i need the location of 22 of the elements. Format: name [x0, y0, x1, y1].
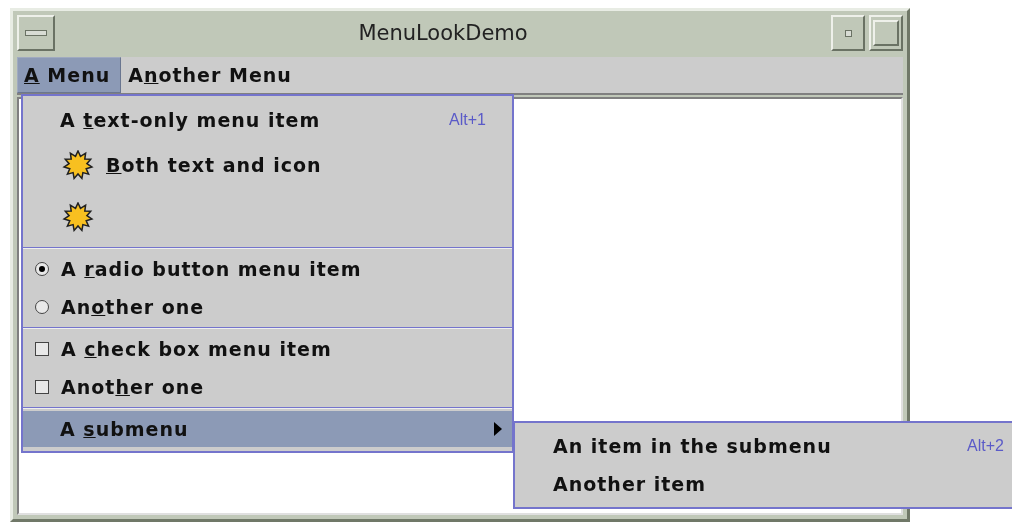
minimize-button[interactable]	[831, 15, 865, 51]
menu-item[interactable]: A radio button menu item	[23, 250, 512, 288]
window-title: MenuLookDemo	[357, 21, 529, 45]
menu-item[interactable]: Another one	[23, 368, 512, 406]
submenu-arrow-icon	[494, 422, 502, 436]
menu-item[interactable]: A check box menu item	[23, 330, 512, 368]
shortcut-label: Alt+2	[967, 437, 1005, 455]
window-menu-button[interactable]	[17, 15, 55, 51]
menu-item[interactable]: A submenu	[23, 411, 512, 447]
menu-item[interactable]: Another item	[515, 465, 1012, 503]
menu-item[interactable]: Both text and icon	[23, 142, 512, 188]
radio-button[interactable]	[35, 262, 49, 276]
shortcut-label: Alt+1	[449, 111, 487, 129]
maximize-button[interactable]	[869, 15, 903, 51]
menu-item[interactable]: Another one	[23, 288, 512, 326]
checkbox[interactable]	[35, 342, 49, 356]
radio-button[interactable]	[35, 300, 49, 314]
checkbox[interactable]	[35, 380, 49, 394]
menu-item[interactable]: An item in the submenu Alt+2	[515, 427, 1012, 465]
menu-title[interactable]: Another Menu	[121, 57, 303, 93]
menu-title[interactable]: A Menu	[17, 57, 122, 93]
menu-item[interactable]: A text-only menu item Alt+1	[23, 98, 512, 142]
